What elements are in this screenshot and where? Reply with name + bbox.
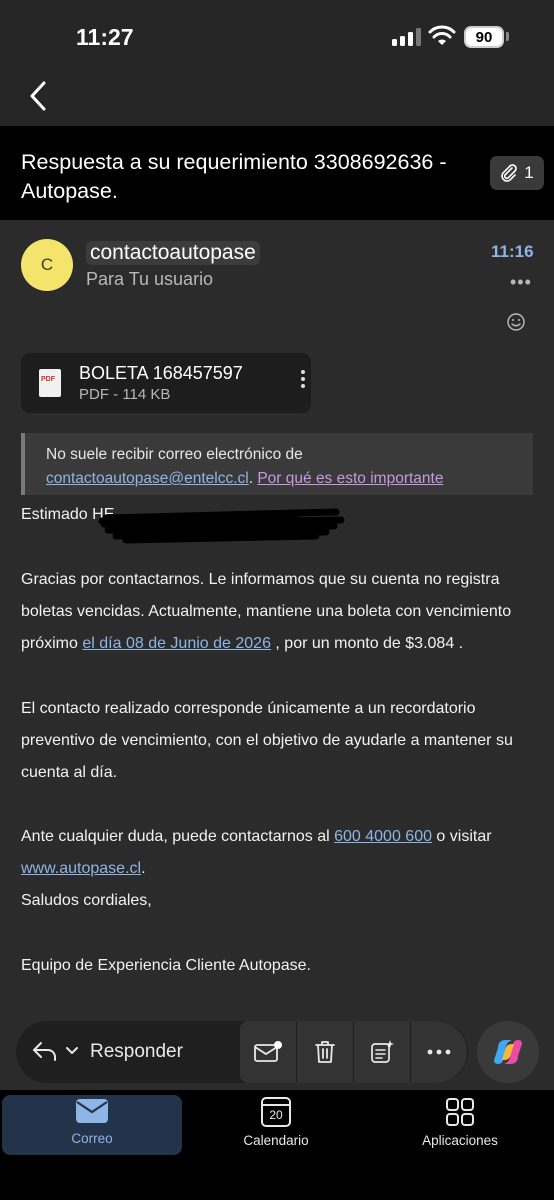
body-p3-line2: www.autopase.cl. bbox=[21, 860, 146, 878]
external-sender-warning: No suele recibir correo electrónico de c… bbox=[21, 433, 533, 495]
cellular-signal-icon bbox=[392, 28, 422, 46]
subject-header: Respuesta a su requerimiento 3308692636 … bbox=[0, 126, 554, 220]
tab-apps[interactable]: Aplicaciones bbox=[410, 1097, 510, 1155]
ellipsis-icon bbox=[427, 1049, 451, 1055]
back-chevron-icon[interactable] bbox=[24, 80, 52, 112]
attachment-card[interactable]: PDF BOLETA 168457597 PDF - 114 KB bbox=[21, 353, 311, 413]
wifi-icon bbox=[428, 25, 456, 45]
reaction-smiley-icon[interactable] bbox=[506, 312, 526, 332]
tab-calendar-label: Calendario bbox=[243, 1133, 309, 1148]
attachment-meta: PDF - 114 KB bbox=[79, 386, 171, 403]
avatar[interactable]: C bbox=[21, 239, 73, 291]
p3-period: . bbox=[141, 860, 146, 877]
body-p1-line1: Gracias por contactarnos. Le informamos … bbox=[21, 571, 500, 588]
warning-line-2: contactoautopase@entelcc.cl. Por qué es … bbox=[46, 470, 443, 488]
status-time: 11:27 bbox=[76, 24, 134, 50]
summarize-button[interactable] bbox=[354, 1021, 410, 1083]
sender-email-link[interactable]: contactoautopase@entelcc.cl bbox=[46, 470, 249, 487]
battery-cap bbox=[506, 32, 509, 41]
more-options-icon[interactable]: ••• bbox=[510, 272, 532, 293]
body-p3-line1: Ante cualquier duda, puede contactarnos … bbox=[21, 828, 492, 846]
delete-button[interactable] bbox=[297, 1021, 353, 1083]
body-p1-line2: boletas vencidas. Actualmente, mantiene … bbox=[21, 603, 512, 620]
signature: Equipo de Experiencia Cliente Autopase. bbox=[21, 957, 311, 974]
pdf-icon-text: PDF bbox=[41, 376, 55, 383]
nav-bar bbox=[0, 66, 554, 126]
battery-icon: 90 bbox=[464, 26, 504, 48]
p1-suffix: , por un monto de $3.084 . bbox=[270, 635, 464, 652]
avatar-initial: C bbox=[40, 255, 54, 274]
closing: Saludos cordiales, bbox=[21, 892, 152, 909]
status-bar: 11:27 90 bbox=[0, 0, 554, 66]
warning-text: No suele recibir correo electrónico de bbox=[46, 446, 303, 463]
tab-calendar[interactable]: 20 Calendario bbox=[226, 1097, 326, 1155]
tab-mail[interactable]: Correo bbox=[42, 1097, 142, 1155]
attachment-name: BOLETA 168457597 bbox=[79, 363, 243, 383]
pdf-file-icon: PDF bbox=[39, 369, 61, 397]
body-p1-line3: próximo el día 08 de Junio de 2026 , por… bbox=[21, 635, 463, 653]
website-link[interactable]: www.autopase.cl bbox=[21, 860, 141, 877]
p3-prefix: Ante cualquier duda, puede contactarnos … bbox=[21, 828, 335, 845]
body-p2-line2: preventivo de vencimiento, con el objeti… bbox=[21, 732, 513, 749]
copilot-button[interactable] bbox=[477, 1021, 539, 1083]
reply-arrow-icon[interactable] bbox=[32, 1040, 58, 1062]
phone-link[interactable]: 600 4000 600 bbox=[334, 828, 432, 845]
mail-icon bbox=[76, 1099, 108, 1123]
body-p2-line1: El contacto realizado corresponde únicam… bbox=[21, 700, 476, 717]
mail-unread-icon bbox=[254, 1041, 282, 1062]
redaction-scribble bbox=[98, 508, 345, 544]
message-time: 11:16 bbox=[491, 242, 534, 261]
p3-suffix: o visitar bbox=[431, 828, 492, 845]
paperclip-icon bbox=[501, 164, 518, 182]
sender-name[interactable]: contactoautopase bbox=[86, 241, 260, 265]
trash-icon bbox=[315, 1041, 335, 1063]
p1-prefix: próximo bbox=[21, 635, 83, 652]
calendar-day: 20 bbox=[269, 1108, 283, 1122]
reply-label[interactable]: Responder bbox=[90, 1041, 183, 1063]
recipient-line[interactable]: Para Tu usuario bbox=[86, 269, 213, 290]
chevron-down-icon[interactable] bbox=[65, 1046, 79, 1056]
warning-period: . bbox=[248, 470, 254, 487]
tab-apps-label: Aplicaciones bbox=[422, 1133, 498, 1148]
calendar-icon: 20 bbox=[261, 1097, 291, 1127]
copilot-icon bbox=[494, 1040, 522, 1064]
mark-unread-button[interactable] bbox=[240, 1021, 296, 1083]
date-link[interactable]: el día 08 de Junio de 2026 bbox=[82, 635, 271, 652]
tab-mail-label: Correo bbox=[71, 1131, 113, 1146]
email-subject: Respuesta a su requerimiento 3308692636 … bbox=[21, 150, 447, 203]
attachment-menu-icon[interactable] bbox=[298, 367, 308, 397]
attachment-count-button[interactable]: 1 bbox=[490, 156, 544, 190]
apps-icon bbox=[446, 1098, 474, 1126]
sparkle-list-icon bbox=[371, 1040, 394, 1063]
body-p2-line3: cuenta al día. bbox=[21, 764, 118, 781]
why-important-link[interactable]: Por qué es esto importante bbox=[257, 470, 443, 487]
attachment-count: 1 bbox=[524, 163, 534, 182]
battery-level: 90 bbox=[475, 28, 493, 46]
